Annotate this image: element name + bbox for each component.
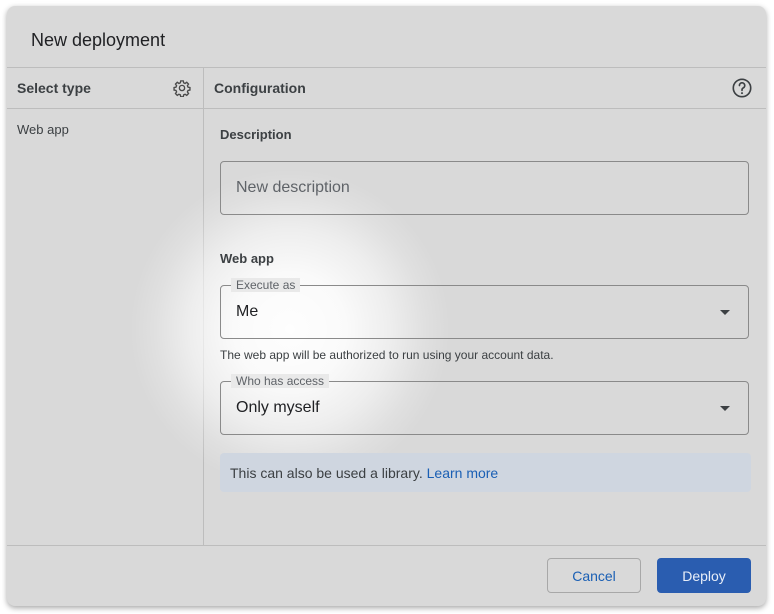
library-info-message: This can also be used a library. xyxy=(230,465,423,481)
header-divider xyxy=(7,67,766,68)
description-placeholder: New description xyxy=(236,179,350,196)
help-icon[interactable] xyxy=(731,77,753,99)
description-label: Description xyxy=(220,127,292,142)
library-info-text: This can also be used a library. Learn m… xyxy=(230,465,498,481)
who-has-access-value: Only myself xyxy=(236,399,320,416)
description-field[interactable]: New description xyxy=(220,161,749,215)
execute-as-value: Me xyxy=(236,303,259,320)
execute-as-legend: Execute as xyxy=(231,278,301,292)
column-header-divider xyxy=(7,108,766,109)
library-info-box: This can also be used a library. Learn m… xyxy=(220,453,751,492)
web-app-section-label: Web app xyxy=(220,251,274,266)
learn-more-link[interactable]: Learn more xyxy=(427,465,499,481)
new-deployment-dialog: New deployment Select type Web app Confi… xyxy=(7,6,766,606)
who-has-access-legend: Who has access xyxy=(231,374,330,388)
who-has-access-select[interactable]: Who has access Only myself xyxy=(220,374,749,435)
execute-as-select[interactable]: Execute as Me xyxy=(220,278,749,339)
footer-divider xyxy=(7,545,766,546)
chevron-down-icon xyxy=(720,406,730,411)
type-item-web-app[interactable]: Web app xyxy=(17,122,69,137)
dialog-title: New deployment xyxy=(31,30,166,50)
panel-divider xyxy=(203,67,204,545)
configuration-header: Configuration xyxy=(214,80,306,96)
screen: New deployment Select type Web app Confi… xyxy=(0,0,774,614)
chevron-down-icon xyxy=(720,310,730,315)
gear-icon[interactable] xyxy=(173,79,191,97)
cancel-button[interactable]: Cancel xyxy=(547,558,641,593)
select-type-header: Select type xyxy=(17,80,91,96)
execute-as-hint: The web app will be authorized to run us… xyxy=(220,348,554,362)
deploy-button[interactable]: Deploy xyxy=(657,558,751,593)
